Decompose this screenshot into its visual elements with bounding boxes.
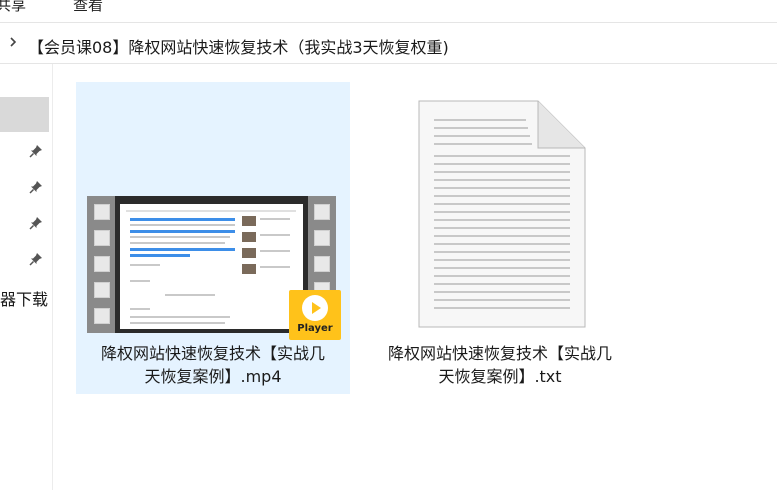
pin-icon[interactable] — [28, 251, 44, 267]
file-name-line2: 天恢复案例】.mp4 — [144, 367, 282, 386]
text-file-icon — [418, 100, 586, 328]
navigation-pane: 器下载 — [0, 64, 53, 490]
ribbon-tabs: 共享 查看 — [0, 0, 777, 23]
pin-icon[interactable] — [28, 143, 44, 159]
pin-icon[interactable] — [28, 179, 44, 195]
file-name-line1: 降权网站快速恢复技术【实战几 — [100, 344, 325, 363]
file-name-line1: 降权网站快速恢复技术【实战几 — [387, 344, 612, 363]
breadcrumb[interactable]: 【会员课08】降权网站快速恢复技术（我实战3天恢复权重) — [28, 34, 449, 58]
file-item-text[interactable]: 降权网站快速恢复技术【实战几 天恢复案例】.txt — [363, 82, 637, 394]
nav-item-label[interactable]: 器下载 — [0, 286, 48, 310]
video-thumbnail — [120, 204, 303, 329]
file-name-line2: 天恢复案例】.txt — [438, 367, 562, 386]
nav-item-selected[interactable] — [0, 97, 49, 132]
tab-view[interactable]: 查看 — [73, 0, 103, 15]
tab-share[interactable]: 共享 — [0, 0, 26, 15]
file-item-video[interactable]: Player 降权网站快速恢复技术【实战几 天恢复案例】.mp4 — [76, 82, 350, 394]
player-badge-label: Player — [297, 323, 333, 334]
address-bar[interactable]: 【会员课08】降权网站快速恢复技术（我实战3天恢复权重) — [0, 23, 777, 64]
player-badge-icon: Player — [289, 290, 341, 340]
pin-icon[interactable] — [28, 215, 44, 231]
chevron-right-icon[interactable] — [6, 35, 20, 49]
